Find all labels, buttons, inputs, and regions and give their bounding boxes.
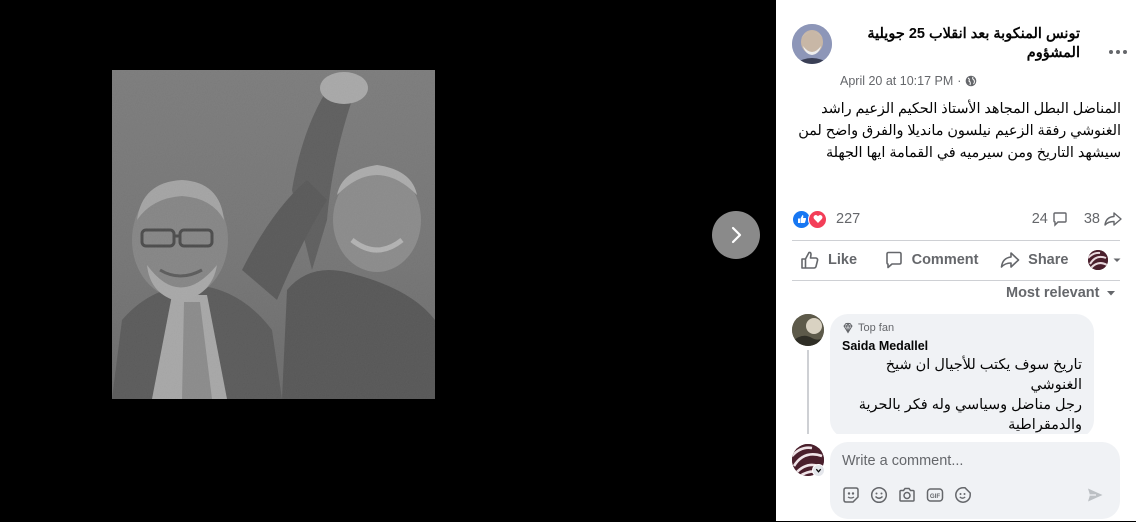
reaction-count[interactable]: 227 (836, 211, 860, 227)
like-button[interactable]: Like (792, 244, 873, 276)
emoji-icon[interactable] (870, 486, 888, 504)
comment-composer: GIF (792, 442, 1122, 522)
profile-switch-badge[interactable] (812, 464, 825, 477)
more-dots-icon (1109, 50, 1127, 54)
divider-top (792, 240, 1120, 241)
like-label: Like (828, 252, 858, 268)
caret-down-icon (1107, 291, 1116, 296)
shares-count[interactable]: 38 (1084, 211, 1122, 227)
diamond-icon (843, 322, 853, 334)
comment-bubble: Top fan Saida Medallel تاريخ سوف يكتب لل… (830, 314, 1094, 434)
react-as-selector[interactable] (1080, 244, 1122, 276)
comments-count-value: 24 (1031, 211, 1048, 227)
engagement-counts: 24 38 (1032, 211, 1122, 227)
send-icon[interactable] (1086, 486, 1104, 504)
chevron-right-icon (731, 226, 742, 244)
reaction-icons[interactable] (792, 209, 827, 229)
comment-text-line2: رجل مناضل وسياسي وله فكر بالحرية والدمقر… (858, 397, 1082, 433)
post-photo[interactable] (112, 70, 435, 399)
comments-count[interactable]: 24 (1032, 211, 1068, 227)
meta-separator: · (957, 74, 962, 88)
caret-down-icon (1113, 258, 1121, 262)
page-name[interactable]: تونس المنكوبة بعد انقلاب 25 جويلية المشؤ… (840, 25, 1080, 63)
svg-text:GIF: GIF (930, 493, 941, 500)
thread-line (807, 350, 809, 434)
camera-icon[interactable] (898, 486, 916, 504)
thumbs-up-icon (801, 251, 819, 269)
comment-sort-dropdown[interactable]: Most relevant (1006, 285, 1117, 301)
comment-input[interactable] (842, 450, 1102, 472)
page-avatar-image (792, 24, 832, 64)
comment-button[interactable]: Comment (873, 244, 988, 276)
top-fan-badge: Top fan (842, 321, 1082, 335)
post-timestamp[interactable]: April 20 at 10:17 PM (840, 74, 953, 88)
sticker-icon[interactable] (954, 486, 972, 504)
comment-label: Comment (911, 252, 979, 268)
media-viewer (0, 0, 776, 521)
share-icon (1000, 252, 1020, 268)
top-fan-label: Top fan (858, 322, 895, 334)
comment-icon (885, 251, 902, 269)
comment-bubble-icon (1053, 212, 1067, 227)
post-text: المناضل البطل المجاهد الأستاذ الحكيم الز… (798, 101, 1121, 161)
composer-tools: GIF (842, 486, 972, 504)
reaction-bar: 227 24 38 (792, 208, 1122, 230)
shares-count-value: 38 (1083, 211, 1100, 227)
more-options-button[interactable] (1108, 42, 1128, 62)
gif-icon[interactable]: GIF (926, 486, 944, 504)
comment-author[interactable]: Saida Medallel (842, 339, 1082, 353)
comment-input-box: GIF (830, 442, 1120, 519)
page-avatar[interactable] (792, 24, 832, 64)
comment-text-line1: تاريخ سوف يكتب للأجيال ان شيخ الغنوشي (885, 357, 1082, 393)
love-icon (808, 209, 827, 229)
chevron-down-icon (815, 468, 822, 473)
sort-label: Most relevant (1006, 285, 1100, 301)
next-photo-button[interactable] (712, 211, 760, 259)
commenter-avatar[interactable] (792, 314, 824, 346)
share-button[interactable]: Share (989, 244, 1080, 276)
avatar-sticker-icon[interactable] (842, 486, 860, 504)
divider-bottom (792, 280, 1120, 281)
post-actions: Like Comment Share (792, 244, 1122, 276)
photo-image (112, 70, 435, 399)
post-meta: April 20 at 10:17 PM · (840, 74, 977, 88)
comment-item: Top fan Saida Medallel تاريخ سوف يكتب لل… (792, 314, 1122, 434)
post-details-panel: تونس المنكوبة بعد انقلاب 25 جويلية المشؤ… (776, 0, 1136, 521)
user-avatar-small (1088, 250, 1108, 270)
post-header: تونس المنكوبة بعد انقلاب 25 جويلية المشؤ… (792, 24, 1127, 88)
share-arrow-icon (1104, 212, 1122, 226)
share-label: Share (1028, 252, 1069, 268)
globe-icon[interactable] (965, 75, 977, 87)
